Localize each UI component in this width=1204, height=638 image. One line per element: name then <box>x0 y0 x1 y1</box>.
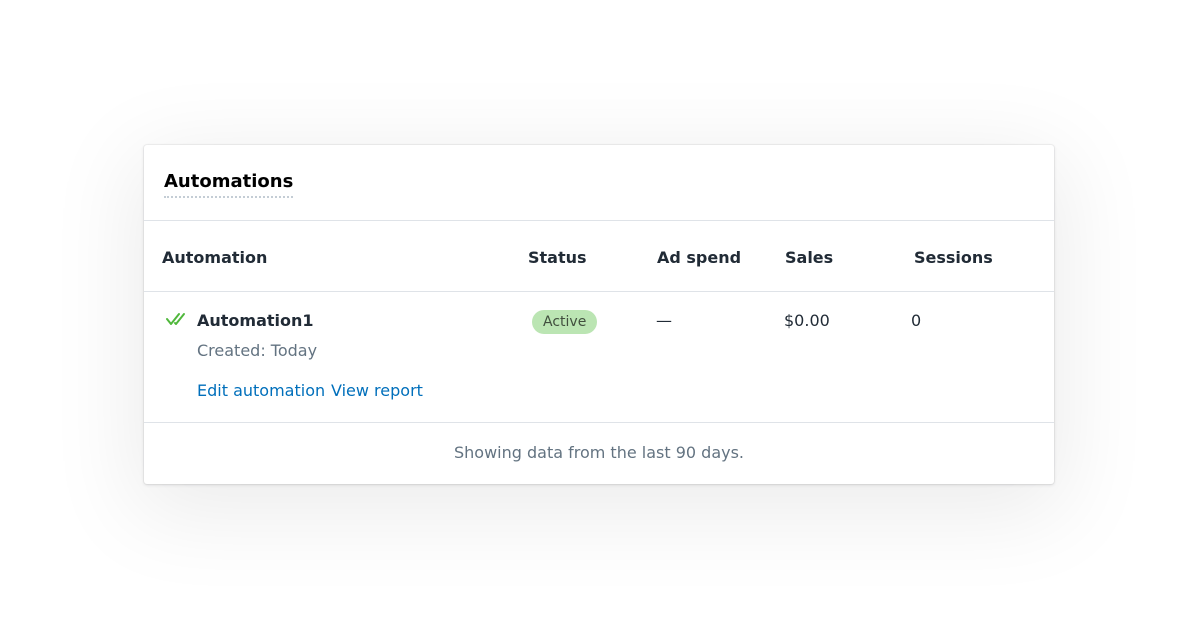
column-header-status: Status <box>528 248 587 267</box>
card-title: Automations <box>164 171 294 198</box>
ad-spend-value: — <box>656 311 672 330</box>
column-header-sessions: Sessions <box>914 248 993 267</box>
edit-automation-link[interactable]: Edit automation <box>197 381 325 401</box>
card-header: Automations <box>144 145 1054 221</box>
table-row: Automation1 Created: Today Edit automati… <box>144 292 1054 423</box>
column-header-sales: Sales <box>785 248 834 267</box>
table-header: Automation Status Ad spend Sales Session… <box>144 221 1054 292</box>
double-check-icon <box>166 311 188 327</box>
footer-note: Showing data from the last 90 days. <box>453 443 745 462</box>
card-footer: Showing data from the last 90 days. <box>144 423 1054 483</box>
column-header-automation: Automation <box>162 248 268 267</box>
column-header-ad-spend: Ad spend <box>657 248 742 267</box>
automations-card: Automations Automation Status Ad spend S… <box>144 145 1054 484</box>
sales-value: $0.00 <box>784 311 830 330</box>
automation-created: Created: Today <box>197 341 318 360</box>
view-report-link[interactable]: View report <box>331 381 423 401</box>
status-badge: Active <box>532 310 598 334</box>
sessions-value: 0 <box>911 311 922 330</box>
automation-name: Automation1 <box>197 311 314 330</box>
